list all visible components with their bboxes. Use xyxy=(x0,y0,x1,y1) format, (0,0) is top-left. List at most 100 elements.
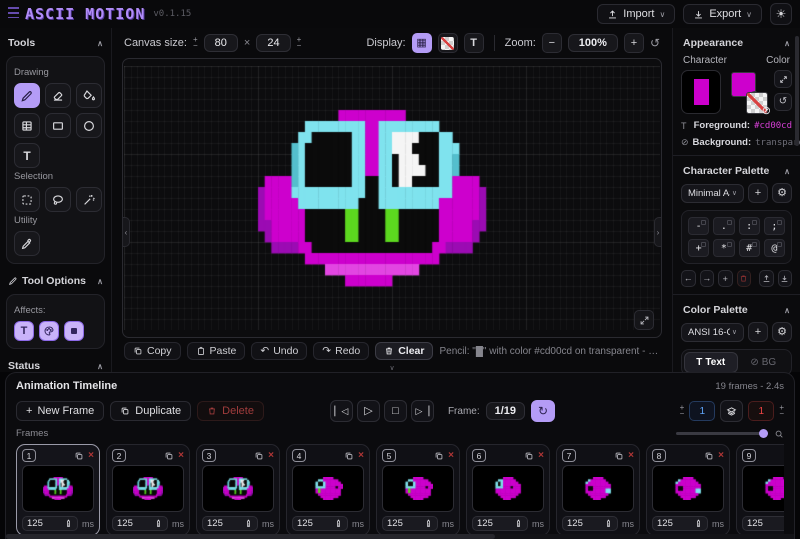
frame-card[interactable]: 6×125ms xyxy=(466,444,550,536)
frame-duration-input[interactable]: 125 xyxy=(292,516,348,531)
move-char-left-button[interactable]: ← xyxy=(681,270,696,287)
foreground-value[interactable]: #cd00cd xyxy=(754,121,792,131)
zoom-reset-icon[interactable]: ↺ xyxy=(650,37,660,49)
play-button[interactable]: ▷ xyxy=(357,400,380,422)
loop-toggle-button[interactable]: ↻ xyxy=(531,400,555,422)
frames-scrollbar[interactable] xyxy=(6,534,794,539)
width-stepper[interactable]: +− xyxy=(193,37,198,49)
rectangle-tool-button[interactable] xyxy=(45,113,71,138)
lasso-tool-button[interactable] xyxy=(45,187,71,212)
frame-duration-input[interactable]: 125 xyxy=(22,516,78,531)
onion-prev-frames-value[interactable]: 1 xyxy=(689,401,715,421)
magic-wand-tool-button[interactable] xyxy=(76,187,102,212)
delete-frame-icon[interactable]: × xyxy=(538,450,544,461)
palette-affect-button[interactable] xyxy=(39,321,59,341)
clear-button[interactable]: Clear xyxy=(375,342,433,360)
character-palette-settings-button[interactable]: ⚙ xyxy=(772,183,792,203)
delete-frame-icon[interactable]: × xyxy=(268,450,274,461)
skip-to-start-button[interactable]: ▏◁ xyxy=(330,400,353,422)
ellipse-tool-button[interactable] xyxy=(76,113,102,138)
slider-knob[interactable] xyxy=(759,429,768,438)
delete-frame-icon[interactable]: × xyxy=(718,450,724,461)
duplicate-frame-icon[interactable] xyxy=(164,451,174,461)
duplicate-frame-icon[interactable] xyxy=(614,451,624,461)
text-affect-button[interactable]: T xyxy=(14,321,34,341)
cell-grid-tool-button[interactable] xyxy=(14,113,40,138)
undo-button[interactable]: ↶ Undo xyxy=(251,342,307,360)
marquee-tool-button[interactable] xyxy=(14,187,40,212)
height-stepper[interactable]: +− xyxy=(297,37,302,49)
timeline-splitter-handle[interactable]: ∨ xyxy=(112,364,672,372)
drawing-canvas[interactable] xyxy=(124,66,660,330)
new-frame-button[interactable]: + New Frame xyxy=(16,401,104,421)
text-tool-tool-button[interactable]: T xyxy=(14,143,40,168)
frame-card[interactable]: 8×125ms xyxy=(646,444,730,536)
text-display-toggle[interactable]: T xyxy=(464,33,484,53)
swap-colors-button[interactable] xyxy=(774,70,792,88)
char-button[interactable]: @ xyxy=(764,239,785,257)
tab-text-color[interactable]: T Text xyxy=(684,352,738,373)
char-button[interactable]: + xyxy=(688,239,709,257)
character-palette-section-header[interactable]: Character Palette ∧ xyxy=(681,161,792,181)
duplicate-frame-button[interactable]: Duplicate xyxy=(110,401,191,421)
skip-to-end-button[interactable]: ▷▕ xyxy=(411,400,434,422)
delete-frame-button[interactable]: Delete xyxy=(197,401,264,421)
duplicate-frame-icon[interactable] xyxy=(434,451,444,461)
character-palette-select[interactable]: Minimal ASC ∨ xyxy=(681,184,744,203)
char-button[interactable]: : xyxy=(739,217,760,235)
stop-button[interactable]: □ xyxy=(384,400,407,422)
bg-affect-button[interactable] xyxy=(64,321,84,341)
onion-next-frames-value[interactable]: 1 xyxy=(748,401,774,421)
duplicate-frame-icon[interactable] xyxy=(524,451,534,461)
frame-card[interactable]: 7×125ms xyxy=(556,444,640,536)
char-button[interactable]: ; xyxy=(764,217,785,235)
delete-frame-icon[interactable]: × xyxy=(358,450,364,461)
sidebar-scrollbar[interactable] xyxy=(795,36,799,146)
frame-duration-input[interactable]: 125 xyxy=(202,516,258,531)
delete-character-button[interactable] xyxy=(737,270,752,287)
slider-track[interactable] xyxy=(676,432,768,435)
zoom-in-button[interactable]: + xyxy=(624,33,644,53)
eyedropper-tool-button[interactable] xyxy=(14,231,40,256)
char-button[interactable]: # xyxy=(739,239,760,257)
duplicate-frame-icon[interactable] xyxy=(74,451,84,461)
active-character-preview[interactable] xyxy=(681,70,721,114)
frame-duration-input[interactable]: 125 xyxy=(112,516,168,531)
char-button[interactable]: * xyxy=(713,239,734,257)
delete-frame-icon[interactable]: × xyxy=(448,450,454,461)
duplicate-frame-icon[interactable] xyxy=(704,451,714,461)
delete-frame-icon[interactable]: × xyxy=(178,450,184,461)
char-button[interactable]: . xyxy=(713,217,734,235)
eraser-tool-button[interactable] xyxy=(45,83,71,108)
onion-prev-stepper[interactable]: +− xyxy=(680,405,685,417)
download-palette-button[interactable] xyxy=(778,270,793,287)
add-color-palette-button[interactable]: + xyxy=(748,322,768,342)
char-button[interactable]: - xyxy=(688,217,709,235)
canvas-height-input[interactable]: 24 xyxy=(256,34,290,52)
theme-toggle-button[interactable]: ☀ xyxy=(770,3,792,25)
delete-frame-icon[interactable]: × xyxy=(628,450,634,461)
tools-section-header[interactable]: Tools ∧ xyxy=(6,33,105,53)
onion-skin-toggle-button[interactable] xyxy=(720,400,743,422)
export-button[interactable]: Export ∨ xyxy=(683,4,762,24)
delete-frame-icon[interactable]: × xyxy=(88,450,94,461)
frame-duration-input[interactable]: 125 xyxy=(382,516,438,531)
duplicate-frame-icon[interactable] xyxy=(344,451,354,461)
copy-button[interactable]: Copy xyxy=(124,342,181,360)
frame-duration-input[interactable]: 125 xyxy=(472,516,528,531)
redo-button[interactable]: ↷ Redo xyxy=(313,342,369,360)
frame-duration-input[interactable]: 125 xyxy=(652,516,708,531)
paste-button[interactable]: Paste xyxy=(187,342,246,360)
frame-duration-input[interactable]: 125 xyxy=(562,516,618,531)
zoom-value[interactable]: 100% xyxy=(568,34,618,52)
reset-colors-button[interactable]: ↺ xyxy=(774,93,792,111)
pencil-tool-button[interactable] xyxy=(14,83,40,108)
grid-display-toggle[interactable]: ▦ xyxy=(412,33,432,53)
add-character-button[interactable]: + xyxy=(718,270,733,287)
import-button[interactable]: Import ∨ xyxy=(597,4,675,24)
appearance-section-header[interactable]: Appearance ∧ xyxy=(681,33,792,53)
transparency-display-toggle[interactable] xyxy=(438,33,458,53)
frame-card[interactable]: 3×125ms xyxy=(196,444,280,536)
add-character-palette-button[interactable]: + xyxy=(748,183,768,203)
frame-duration-input[interactable]: 125 xyxy=(742,516,784,531)
